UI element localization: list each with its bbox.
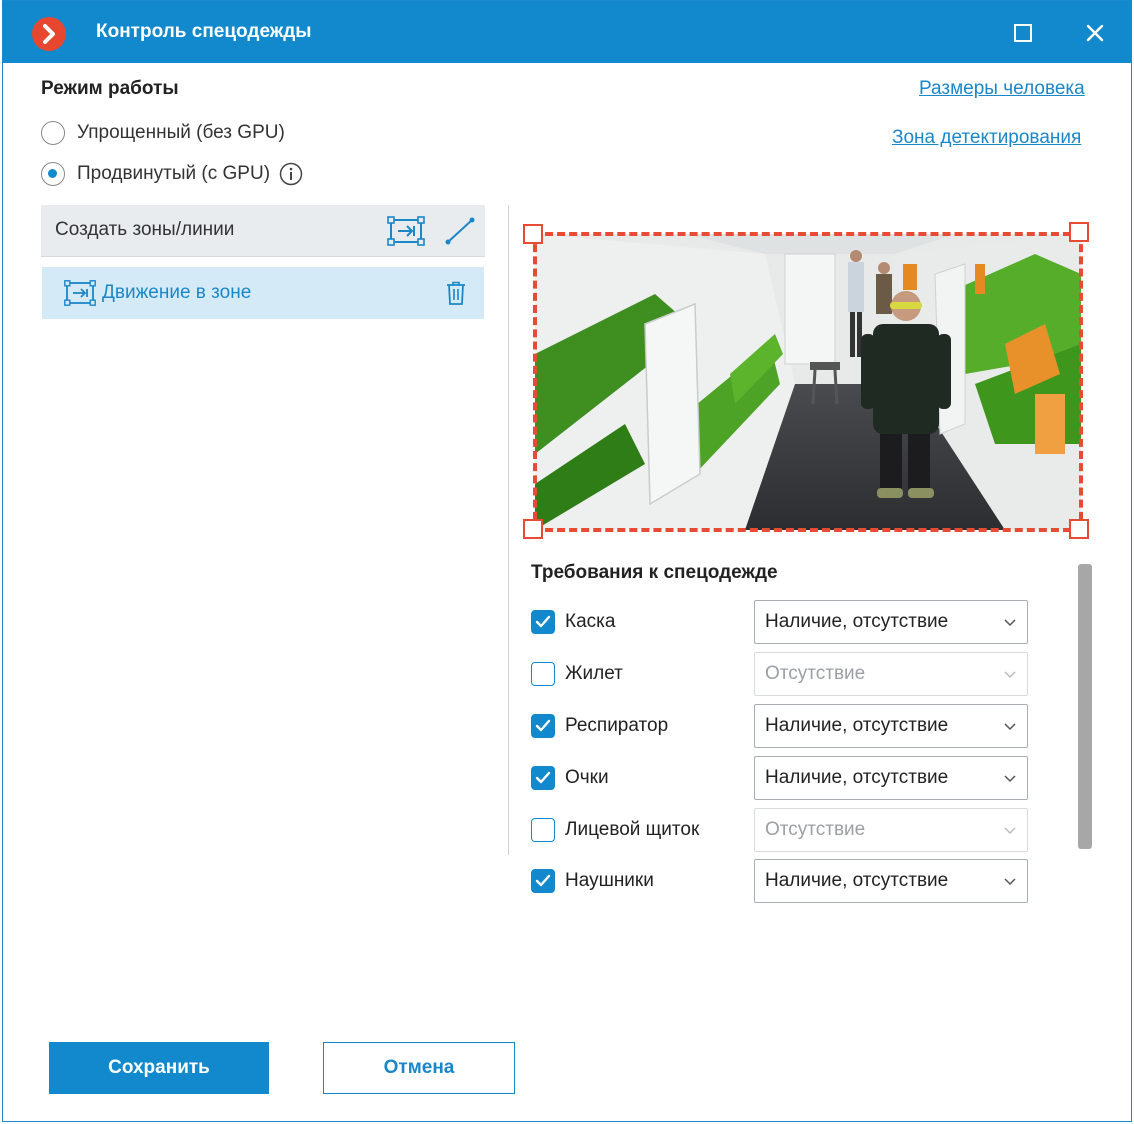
- zone-handle-bottom-left[interactable]: [523, 519, 543, 539]
- chevron-down-icon: [1004, 723, 1016, 731]
- select-value: Отсутствие: [765, 663, 866, 684]
- zones-toolbar: Создать зоны/линии: [41, 205, 485, 257]
- check-icon: [535, 719, 551, 732]
- respirator-checkbox[interactable]: [531, 714, 555, 738]
- chevron-down-icon: [1004, 775, 1016, 783]
- zone-handle-top-right[interactable]: [1069, 222, 1089, 242]
- cancel-button[interactable]: Отмена: [323, 1042, 515, 1094]
- info-icon[interactable]: [279, 162, 303, 186]
- vest-checkbox[interactable]: [531, 662, 555, 686]
- select-value: Отсутствие: [765, 819, 866, 840]
- check-icon: [535, 615, 551, 628]
- zone-item-movement[interactable]: Движение в зоне: [42, 267, 484, 319]
- detection-zone-link[interactable]: Зона детектирования: [892, 127, 1081, 149]
- headphones-select[interactable]: Наличие, отсутствие: [754, 859, 1028, 903]
- radio-mode-simple[interactable]: Упрощенный (без GPU): [41, 118, 285, 148]
- save-button[interactable]: Сохранить: [49, 1042, 269, 1094]
- requirements-title: Требования к спецодежде: [531, 562, 778, 583]
- req-row-glasses: Очки Наличие, отсутствие: [531, 756, 1031, 800]
- radio-button[interactable]: [41, 162, 65, 186]
- select-value: Наличие, отсутствие: [765, 715, 949, 736]
- chevron-down-icon: [1004, 878, 1016, 886]
- req-row-face-shield: Лицевой щиток Отсутствие: [531, 808, 1031, 852]
- app-logo-icon: [32, 17, 66, 51]
- add-line-icon[interactable]: [443, 215, 477, 247]
- camera-preview[interactable]: [535, 234, 1081, 530]
- req-row-respirator: Респиратор Наличие, отсутствие: [531, 704, 1031, 748]
- respirator-select[interactable]: Наличие, отсутствие: [754, 704, 1028, 748]
- mode-section-title: Режим работы: [41, 78, 179, 99]
- req-label: Наушники: [565, 870, 654, 891]
- chevron-down-icon: [1004, 619, 1016, 627]
- vest-select[interactable]: Отсутствие: [754, 652, 1028, 696]
- req-row-helmet: Каска Наличие, отсутствие: [531, 600, 1031, 644]
- headphones-checkbox[interactable]: [531, 869, 555, 893]
- camera-frame-image: [535, 234, 1081, 530]
- panel-divider: [508, 205, 509, 855]
- maximize-button[interactable]: [1005, 15, 1041, 51]
- window-title: Контроль спецодежды: [96, 21, 312, 42]
- chevron-down-icon: [1004, 671, 1016, 679]
- dialog-window: Контроль спецодежды Режим работы Упрощен…: [2, 0, 1132, 1122]
- zone-handle-bottom-right[interactable]: [1069, 519, 1089, 539]
- person-size-link[interactable]: Размеры человека: [919, 78, 1085, 100]
- glasses-select[interactable]: Наличие, отсутствие: [754, 756, 1028, 800]
- glasses-checkbox[interactable]: [531, 766, 555, 790]
- radio-label: Упрощенный (без GPU): [77, 122, 285, 143]
- req-label: Каска: [565, 611, 616, 632]
- req-label: Очки: [565, 767, 609, 788]
- trash-icon[interactable]: [444, 280, 468, 306]
- select-value: Наличие, отсутствие: [765, 870, 949, 891]
- zone-handle-top-left[interactable]: [523, 224, 543, 244]
- zone-item-label: Движение в зоне: [102, 282, 252, 303]
- zone-icon: [64, 280, 96, 306]
- req-row-vest: Жилет Отсутствие: [531, 652, 1031, 696]
- check-icon: [535, 771, 551, 784]
- chevron-down-icon: [1004, 827, 1016, 835]
- helmet-select[interactable]: Наличие, отсутствие: [754, 600, 1028, 644]
- select-value: Наличие, отсутствие: [765, 611, 949, 632]
- close-icon: [1086, 24, 1104, 42]
- helmet-checkbox[interactable]: [531, 610, 555, 634]
- close-button[interactable]: [1077, 15, 1113, 51]
- requirements-scrollbar[interactable]: [1078, 564, 1092, 849]
- select-value: Наличие, отсутствие: [765, 767, 949, 788]
- maximize-icon: [1014, 24, 1032, 42]
- face-shield-checkbox[interactable]: [531, 818, 555, 842]
- req-label: Лицевой щиток: [565, 819, 700, 840]
- req-label: Респиратор: [565, 715, 669, 736]
- req-label: Жилет: [565, 663, 623, 684]
- radio-button[interactable]: [41, 121, 65, 145]
- check-icon: [535, 874, 551, 887]
- add-zone-icon[interactable]: [387, 215, 425, 247]
- face-shield-select[interactable]: Отсутствие: [754, 808, 1028, 852]
- radio-label: Продвинутый (с GPU): [77, 163, 271, 184]
- req-row-headphones: Наушники Наличие, отсутствие: [531, 859, 1031, 903]
- title-bar: Контроль спецодежды: [3, 1, 1131, 63]
- radio-mode-advanced[interactable]: Продвинутый (с GPU): [41, 159, 303, 189]
- zones-header-label: Создать зоны/линии: [55, 219, 235, 240]
